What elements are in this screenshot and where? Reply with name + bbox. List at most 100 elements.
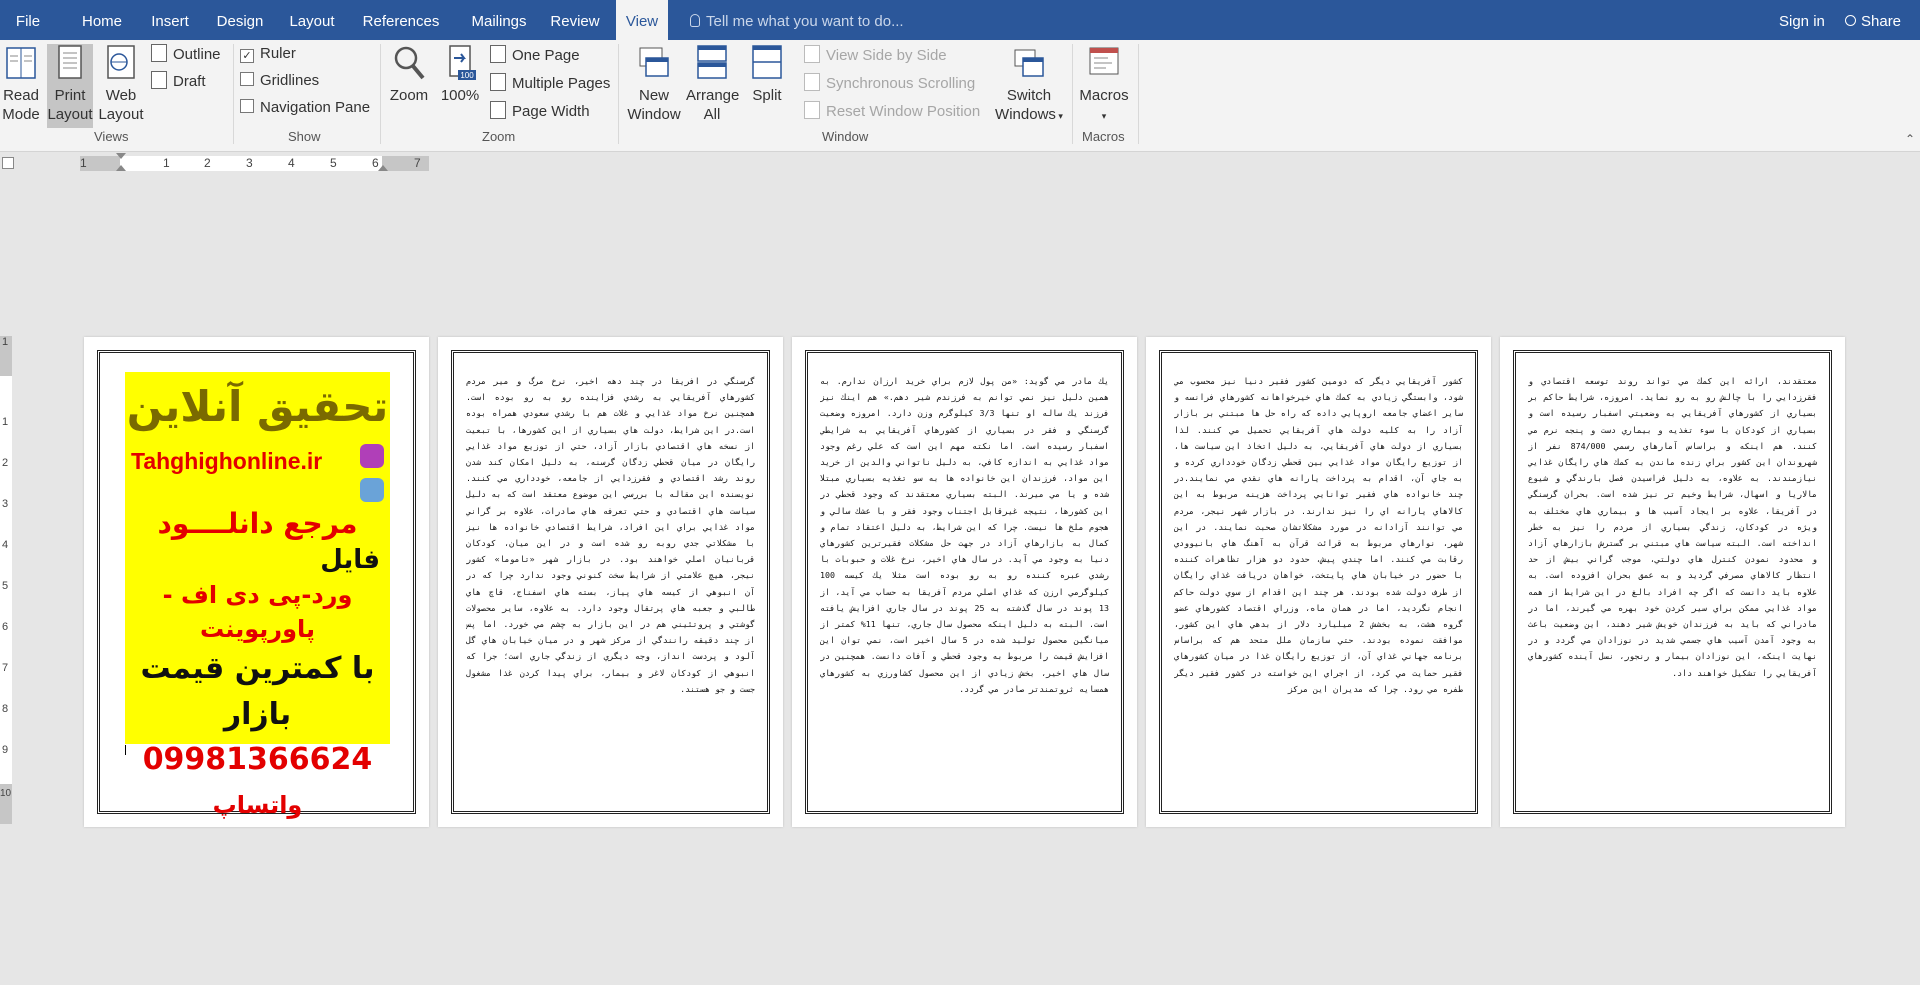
hanging-indent-marker[interactable] bbox=[116, 165, 126, 171]
print-layout-label-1: Print bbox=[54, 87, 86, 104]
text-cursor bbox=[125, 745, 126, 755]
synchronous-scrolling-button[interactable]: Synchronous Scrolling bbox=[804, 73, 975, 92]
views-group-label: Views bbox=[94, 129, 129, 144]
vruler-number: 5 bbox=[2, 580, 9, 592]
window-group-label: Window bbox=[822, 129, 869, 144]
arrange-all-button[interactable]: Arrange All bbox=[686, 44, 740, 124]
draft-icon bbox=[151, 71, 167, 89]
tab-references[interactable]: References bbox=[354, 0, 448, 40]
group-separator bbox=[233, 44, 234, 144]
page-width-button[interactable]: Page Width bbox=[490, 101, 590, 120]
view-side-by-side-button[interactable]: View Side by Side bbox=[804, 45, 947, 64]
reset-position-icon bbox=[804, 101, 820, 119]
macros-label: Macros bbox=[1079, 87, 1129, 104]
tab-layout[interactable]: Layout bbox=[280, 0, 344, 40]
split-button[interactable]: Split bbox=[744, 44, 790, 105]
vruler-number: 3 bbox=[2, 498, 9, 510]
ruler-number: 5 bbox=[330, 156, 337, 170]
document-page-1[interactable]: تحقیق آنلاین Tahghighonline.ir مرجع دانل… bbox=[84, 337, 429, 827]
ruler-checkbox[interactable]: ✓ Ruler bbox=[240, 45, 296, 63]
document-page-2[interactable]: گرسنگي در افريقا در چند دهه اخير، نرخ مر… bbox=[438, 337, 783, 827]
document-page-4[interactable]: كشور آفريقايي ديگر كه دومين كشور فقير دن… bbox=[1146, 337, 1491, 827]
new-window-icon bbox=[638, 44, 670, 82]
share-button[interactable]: Share bbox=[1845, 0, 1901, 40]
right-indent-marker[interactable] bbox=[378, 165, 388, 171]
tab-mailings[interactable]: Mailings bbox=[458, 0, 540, 40]
collapse-ribbon-icon[interactable]: ⌃ bbox=[1905, 132, 1915, 146]
macros-button[interactable]: Macros ▾ bbox=[1076, 44, 1132, 126]
vruler-number: 8 bbox=[2, 703, 9, 715]
show-group-label: Show bbox=[288, 129, 321, 144]
ad-reference: مرجع دانلــــود bbox=[157, 507, 358, 540]
tab-design[interactable]: Design bbox=[207, 0, 273, 40]
person-icon bbox=[1845, 15, 1856, 26]
reset-window-position-button[interactable]: Reset Window Position bbox=[804, 101, 980, 120]
outline-button[interactable]: Outline bbox=[151, 44, 221, 63]
tab-home[interactable]: Home bbox=[68, 0, 136, 40]
page-body-text: گرسنگي در افريقا در چند دهه اخير، نرخ مر… bbox=[466, 376, 755, 694]
document-page-5[interactable]: معتقدند، ارائه اين كمك مي تواند روند توس… bbox=[1500, 337, 1845, 827]
checkmark-icon: ✓ bbox=[240, 49, 254, 63]
zoom-100-button[interactable]: 100 100% bbox=[438, 44, 482, 105]
page-body-text: كشور آفريقايي ديگر كه دومين كشور فقير دن… bbox=[1174, 376, 1463, 694]
read-mode-button[interactable]: Read Mode bbox=[0, 44, 42, 124]
arrange-all-label-1: Arrange bbox=[686, 87, 740, 104]
new-window-button[interactable]: New Window bbox=[624, 44, 684, 124]
tab-review[interactable]: Review bbox=[545, 0, 605, 40]
one-page-icon bbox=[490, 45, 506, 63]
outline-label: Outline bbox=[173, 46, 221, 63]
draft-label: Draft bbox=[173, 73, 206, 90]
new-window-label-2: Window bbox=[627, 106, 681, 123]
tab-view[interactable]: View bbox=[616, 0, 668, 40]
tab-stop-selector[interactable] bbox=[2, 157, 14, 169]
navigation-pane-checkbox[interactable]: Navigation Pane bbox=[240, 99, 370, 116]
sync-scroll-icon bbox=[804, 73, 820, 91]
zoom-group-label: Zoom bbox=[482, 129, 516, 144]
read-mode-label-2: Mode bbox=[2, 106, 40, 123]
ruler-number: 1 bbox=[80, 156, 87, 170]
switch-windows-button[interactable]: Switch Windows ▾ bbox=[990, 44, 1068, 126]
chevron-down-icon: ▾ bbox=[1101, 111, 1107, 121]
tab-file[interactable]: File bbox=[0, 0, 56, 40]
ruler-label: Ruler bbox=[260, 45, 296, 62]
page-icon bbox=[54, 44, 86, 82]
page-width-icon bbox=[490, 101, 506, 119]
one-page-button[interactable]: One Page bbox=[490, 45, 580, 64]
draft-button[interactable]: Draft bbox=[151, 71, 206, 90]
multiple-pages-label: Multiple Pages bbox=[512, 75, 611, 92]
ad-whatsapp: واتساپ bbox=[212, 791, 303, 819]
switch-windows-label-1: Switch bbox=[1006, 87, 1052, 104]
zoom-button[interactable]: Zoom bbox=[386, 44, 432, 105]
ad-file: فایل bbox=[320, 545, 380, 575]
horizontal-ruler: 1 1 2 3 4 5 6 7 bbox=[0, 152, 1920, 174]
document-page-3[interactable]: يك مادر مي گويد: «من پول لازم براي خريد … bbox=[792, 337, 1137, 827]
side-by-side-icon bbox=[804, 45, 820, 63]
tab-insert[interactable]: Insert bbox=[139, 0, 201, 40]
print-layout-button[interactable]: Print Layout bbox=[47, 44, 93, 128]
svg-text:100: 100 bbox=[460, 71, 474, 80]
group-separator bbox=[1138, 44, 1139, 144]
ad-price: با کمترین قیمت بازار bbox=[140, 651, 375, 732]
side-by-side-label: View Side by Side bbox=[826, 47, 947, 64]
advertisement-image: تحقیق آنلاین Tahghighonline.ir مرجع دانل… bbox=[125, 372, 390, 819]
vruler-number: 1 bbox=[2, 336, 9, 348]
ruler-number: 4 bbox=[288, 156, 295, 170]
web-layout-button[interactable]: Web Layout bbox=[97, 44, 145, 124]
ruler-number: 3 bbox=[246, 156, 253, 170]
vruler-number: 9 bbox=[2, 744, 9, 756]
multiple-pages-button[interactable]: Multiple Pages bbox=[490, 73, 610, 92]
ruler-number: 1 bbox=[163, 156, 170, 170]
gridlines-checkbox[interactable]: Gridlines bbox=[240, 72, 319, 89]
ruler-bar[interactable]: 1 1 2 3 4 5 6 7 bbox=[80, 153, 429, 171]
empty-checkbox-icon bbox=[240, 72, 254, 86]
globe-page-icon bbox=[105, 44, 137, 82]
tell-me-search[interactable]: Tell me what you want to do... bbox=[690, 0, 904, 40]
vertical-ruler[interactable]: 1 1 2 3 4 5 6 7 8 9 10 bbox=[0, 336, 12, 824]
gridlines-label: Gridlines bbox=[260, 72, 320, 89]
title-bar: File Home Insert Design Layout Reference… bbox=[0, 0, 1920, 40]
first-line-indent-marker[interactable] bbox=[116, 153, 126, 159]
print-layout-label-2: Layout bbox=[47, 106, 93, 123]
sign-in-link[interactable]: Sign in bbox=[1779, 0, 1825, 40]
chevron-down-icon: ▾ bbox=[1055, 111, 1063, 121]
macros-group-label: Macros bbox=[1082, 129, 1125, 144]
